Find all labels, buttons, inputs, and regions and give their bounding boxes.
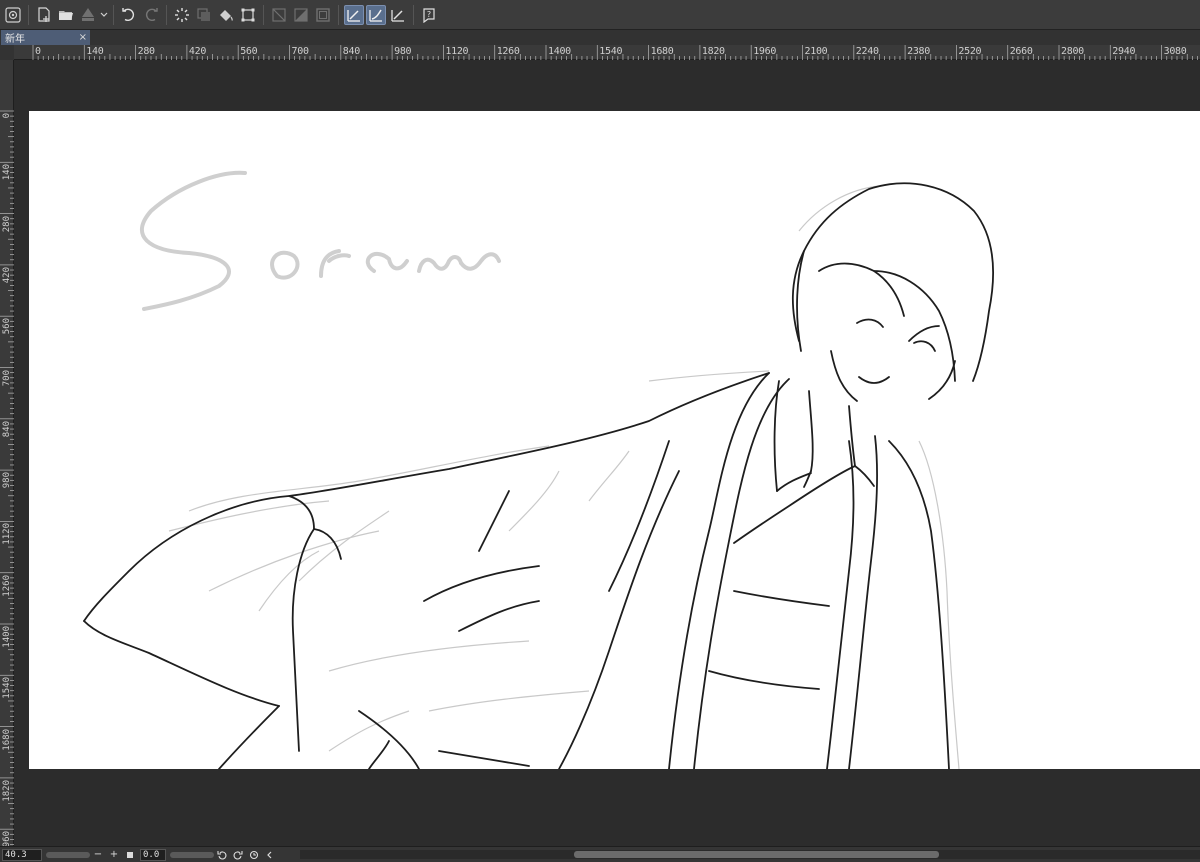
ruler-label: 2660	[1009, 46, 1033, 57]
save-icon[interactable]	[78, 5, 98, 25]
selection-none-icon[interactable]	[269, 5, 289, 25]
rotate-right-icon[interactable]	[232, 849, 244, 861]
rotation-slider[interactable]	[170, 851, 214, 858]
toolbar-separator	[166, 4, 167, 25]
help-icon[interactable]: ?	[419, 5, 439, 25]
drawing-canvas[interactable]	[29, 111, 1200, 769]
zoom-level-field[interactable]: 40.3	[2, 848, 42, 861]
main-toolbar: ?	[0, 0, 1200, 30]
rotate-left-icon[interactable]	[216, 849, 228, 861]
ruler-label: 2520	[958, 46, 982, 57]
ruler-label: 0	[35, 46, 41, 57]
flip-horizontal-icon[interactable]	[264, 849, 276, 861]
close-icon[interactable]: ×	[79, 32, 87, 43]
redo-icon[interactable]	[141, 5, 161, 25]
ruler-label: 840	[2, 420, 12, 438]
pencil-tool-icon[interactable]	[366, 4, 386, 25]
ruler-label: 560	[240, 46, 258, 57]
toolbar-separator	[338, 4, 339, 25]
ruler-label: 1820	[701, 46, 725, 57]
ruler-label: 980	[2, 472, 12, 489]
sketch-artwork	[83, 170, 994, 769]
status-bar: 40.3 − + 0.0	[0, 846, 1200, 862]
svg-text:?: ?	[427, 10, 431, 19]
document-tab-strip: 新年 ×	[0, 30, 1200, 45]
ink-line-strokes	[83, 182, 994, 769]
invert-selection-icon[interactable]	[291, 5, 311, 25]
toolbar-separator	[113, 4, 114, 25]
ruler-label: 420	[188, 46, 207, 57]
horizontal-ruler: 0 140 280 420 560 700 840 980 1120 1260 1400 1540 16…	[14, 45, 1200, 60]
brush-tool-icon[interactable]	[388, 5, 408, 25]
ruler-label: 700	[291, 46, 309, 57]
ruler-label: 560	[2, 318, 12, 335]
toolbar-separator	[28, 4, 29, 25]
ruler-label: 1120	[2, 523, 12, 546]
ruler-label: 3080	[1163, 46, 1187, 57]
ruler-label: 1400	[2, 626, 12, 648]
zoom-slider[interactable]	[46, 851, 90, 858]
toolbar-separator	[263, 4, 264, 25]
ruler-label: 980	[394, 46, 412, 57]
pen-tool-icon[interactable]	[344, 4, 364, 25]
loading-icon[interactable]	[172, 5, 192, 25]
zoom-out-button[interactable]: −	[92, 849, 104, 861]
ruler-label: 840	[342, 46, 360, 57]
open-folder-icon[interactable]	[56, 5, 76, 25]
ruler-label: 1680	[2, 728, 12, 751]
ruler-corner	[0, 45, 14, 60]
document-tab-label: 新年	[5, 34, 25, 45]
rotation-angle-field[interactable]: 0.0	[140, 848, 166, 861]
vertical-ruler: 0 140 280 420 560 700 840 980 1120 1260 1400 1540 16…	[0, 60, 14, 853]
clear-icon[interactable]	[194, 5, 214, 25]
ruler-label: 2800	[1061, 46, 1084, 57]
ruler-label: 1820	[2, 779, 12, 802]
signature-strokes	[139, 170, 501, 311]
ruler-label: 140	[2, 164, 12, 181]
actual-size-icon[interactable]	[124, 849, 136, 861]
ruler-label: 1120	[445, 46, 469, 57]
ruler-label: 420	[2, 266, 12, 284]
reset-rotation-icon[interactable]	[248, 849, 260, 861]
horizontal-scrollbar[interactable]	[300, 850, 1200, 859]
ruler-label: 1540	[599, 46, 623, 57]
undo-icon[interactable]	[119, 5, 139, 25]
scrollbar-thumb[interactable]	[574, 851, 939, 858]
ruler-label: 700	[2, 369, 12, 386]
app-logo-icon[interactable]	[3, 5, 23, 25]
ruler-label: 1960	[753, 46, 777, 57]
ruler-label: 2100	[804, 46, 828, 57]
ruler-label: 0	[2, 113, 12, 119]
toolbar-separator	[413, 4, 414, 25]
transform-icon[interactable]	[238, 5, 258, 25]
ruler-label: 2240	[855, 46, 879, 57]
ruler-label: 1260	[496, 46, 520, 57]
ruler-label: 2940	[1112, 46, 1136, 57]
ruler-label: 1260	[2, 574, 12, 597]
ruler-label: 1400	[548, 46, 571, 57]
ruler-label: 2380	[907, 46, 930, 57]
ruler-label: 1540	[2, 677, 12, 699]
border-icon[interactable]	[313, 5, 333, 25]
ruler-label: 140	[86, 46, 104, 57]
document-tab[interactable]: 新年 ×	[1, 30, 90, 45]
chevron-down-icon[interactable]	[99, 5, 109, 25]
fill-icon[interactable]	[216, 5, 236, 25]
rough-sketch-strokes	[168, 185, 960, 769]
zoom-in-button[interactable]: +	[108, 849, 120, 861]
ruler-label: 1680	[650, 46, 674, 57]
ruler-label: 280	[137, 46, 155, 57]
new-canvas-icon[interactable]	[34, 5, 54, 25]
ruler-label: 280	[2, 215, 12, 232]
